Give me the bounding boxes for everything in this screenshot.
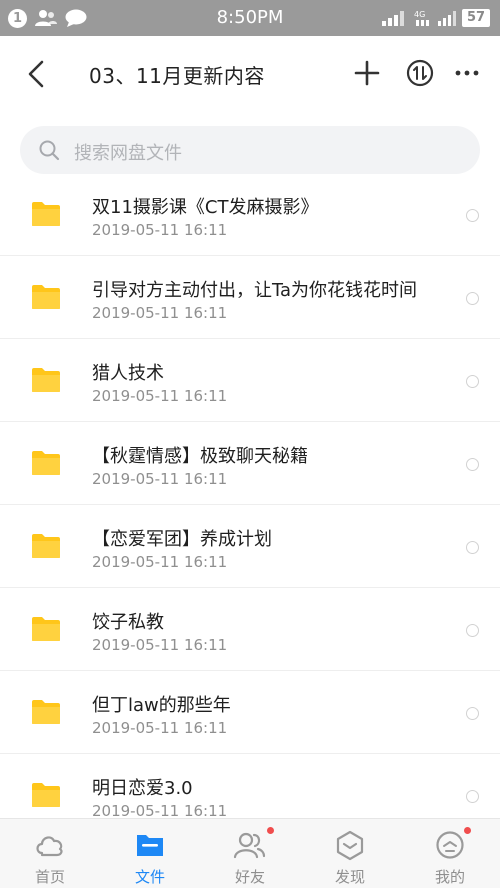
file-date: 2019-05-11 16:11 xyxy=(92,719,228,737)
select-radio[interactable] xyxy=(466,209,479,222)
tab-discover-label: 发现 xyxy=(334,868,365,886)
signal-icon xyxy=(382,11,404,26)
search-icon xyxy=(39,140,60,161)
file-date: 2019-05-11 16:11 xyxy=(92,636,228,654)
select-radio[interactable] xyxy=(466,707,479,720)
folder-icon xyxy=(32,617,60,641)
search-placeholder: 搜索网盘文件 xyxy=(74,143,182,164)
folder-icon xyxy=(32,285,60,309)
bottom-tab-bar: 首页 文件 好友 发现 我的 xyxy=(0,818,500,888)
file-date: 2019-05-11 16:11 xyxy=(92,553,228,571)
folder-icon xyxy=(32,451,60,475)
friends-icon xyxy=(233,832,266,859)
tab-friends-label: 好友 xyxy=(234,868,265,886)
back-arrow-icon[interactable] xyxy=(22,58,50,90)
folder-tab-icon xyxy=(137,835,163,856)
battery-indicator: 57 xyxy=(462,9,490,27)
file-row[interactable]: 双11摄影课《CT发麻摄影》 2019-05-11 16:11 xyxy=(0,173,500,256)
file-date: 2019-05-11 16:11 xyxy=(92,221,228,239)
more-icon[interactable] xyxy=(452,58,482,88)
file-name: 明日恋爱3.0 xyxy=(92,778,193,799)
search-bar[interactable]: 搜索网盘文件 xyxy=(20,126,480,174)
signal-2-icon xyxy=(438,11,456,26)
file-date: 2019-05-11 16:11 xyxy=(92,387,228,405)
network-label: 4G xyxy=(414,10,425,19)
file-name: 猎人技术 xyxy=(92,363,164,384)
file-name: 饺子私教 xyxy=(92,612,164,633)
select-radio[interactable] xyxy=(466,375,479,388)
app-header: 03、11月更新内容 xyxy=(0,36,500,112)
file-date: 2019-05-11 16:11 xyxy=(92,470,228,488)
select-radio[interactable] xyxy=(466,541,479,554)
status-right-icons: 4G 57 xyxy=(382,8,490,28)
tab-home-label: 首页 xyxy=(34,868,65,886)
network-4g-icon: 4G xyxy=(414,10,429,26)
tab-friends[interactable]: 好友 xyxy=(200,819,300,888)
status-bar: 1 8:50PM 4G 57 xyxy=(0,0,500,36)
file-row[interactable]: 【恋爱军团】养成计划 2019-05-11 16:11 xyxy=(0,505,500,588)
file-row[interactable]: 【秋霆情感】极致聊天秘籍 2019-05-11 16:11 xyxy=(0,422,500,505)
tab-files[interactable]: 文件 xyxy=(100,819,200,888)
page-title: 03、11月更新内容 xyxy=(89,64,265,88)
friends-notification-dot xyxy=(267,827,274,834)
tab-files-label: 文件 xyxy=(134,868,165,886)
profile-notification-dot xyxy=(464,827,471,834)
file-row[interactable]: 饺子私教 2019-05-11 16:11 xyxy=(0,588,500,671)
select-radio[interactable] xyxy=(466,790,479,803)
tab-home[interactable]: 首页 xyxy=(0,819,100,888)
select-radio[interactable] xyxy=(466,624,479,637)
select-radio[interactable] xyxy=(466,292,479,305)
select-radio[interactable] xyxy=(466,458,479,471)
cloud-icon xyxy=(36,836,63,857)
folder-icon xyxy=(32,202,60,226)
sort-icon[interactable] xyxy=(405,58,435,88)
profile-icon xyxy=(436,831,464,859)
file-row[interactable]: 猎人技术 2019-05-11 16:11 xyxy=(0,339,500,422)
file-name: 【秋霆情感】极致聊天秘籍 xyxy=(92,446,308,467)
folder-icon xyxy=(32,783,60,807)
discover-icon xyxy=(336,830,364,861)
file-date: 2019-05-11 16:11 xyxy=(92,304,228,322)
file-row[interactable]: 但丁law的那些年 2019-05-11 16:11 xyxy=(0,671,500,754)
file-name: 引导对方主动付出，让Ta为你花钱花时间 xyxy=(92,280,418,301)
file-name: 但丁law的那些年 xyxy=(92,695,231,716)
plus-icon[interactable] xyxy=(352,58,382,88)
folder-icon xyxy=(32,534,60,558)
folder-icon xyxy=(32,368,60,392)
tab-profile[interactable]: 我的 xyxy=(400,819,500,888)
tab-profile-label: 我的 xyxy=(434,868,465,886)
folder-icon xyxy=(32,700,60,724)
file-row[interactable]: 引导对方主动付出，让Ta为你花钱花时间 2019-05-11 16:11 xyxy=(0,256,500,339)
file-name: 【恋爱军团】养成计划 xyxy=(92,529,272,550)
file-name: 双11摄影课《CT发麻摄影》 xyxy=(92,197,319,218)
file-list: 双11摄影课《CT发麻摄影》 2019-05-11 16:11 引导对方主动付出，让… xyxy=(0,173,500,837)
tab-discover[interactable]: 发现 xyxy=(300,819,400,888)
